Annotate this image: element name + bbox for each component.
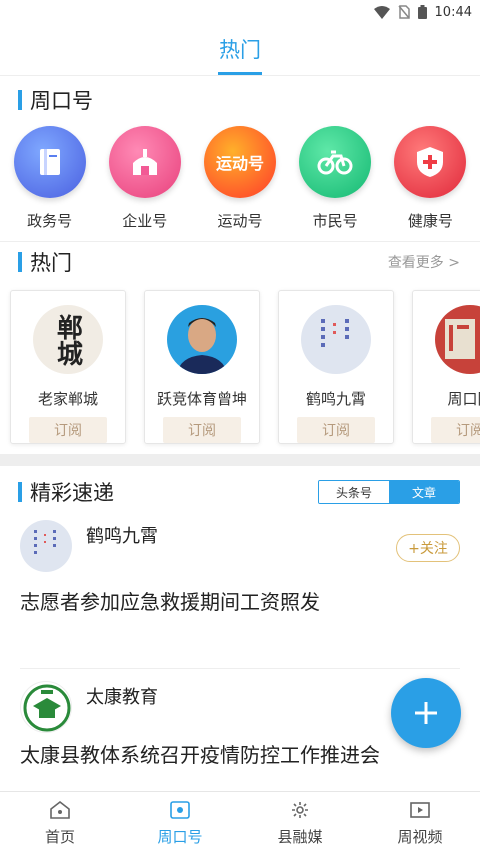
subscribe-button[interactable]: 订阅 bbox=[163, 417, 241, 443]
avatar bbox=[20, 520, 72, 572]
feed-tab-switch: 头条号 文章 bbox=[318, 480, 460, 504]
channel-label: 政务号 bbox=[27, 212, 73, 230]
avatar bbox=[301, 305, 371, 375]
avatar bbox=[167, 305, 237, 375]
wifi-icon bbox=[373, 5, 390, 19]
status-time: 10:44 bbox=[434, 4, 472, 20]
tab-zhoukou[interactable]: 周口号 bbox=[120, 792, 240, 855]
section-marker bbox=[18, 482, 22, 502]
add-button[interactable] bbox=[391, 678, 461, 748]
bottom-tab-bar: 首页 周口号 县融媒 周视频 bbox=[0, 791, 480, 855]
tab-video[interactable]: 周视频 bbox=[360, 792, 480, 855]
avatar-text: 郸城 bbox=[52, 313, 83, 366]
card-name: 周口同 bbox=[447, 390, 480, 409]
bicycle-icon bbox=[299, 126, 372, 198]
post-title[interactable]: 太康县教体系统召开疫情防控工作推进会 bbox=[20, 739, 460, 768]
tab-label: 周口号 bbox=[157, 828, 203, 846]
channel-citizen[interactable]: 市民号 bbox=[293, 126, 377, 231]
hot-card[interactable]: 周口同 订阅 bbox=[412, 290, 480, 444]
avatar: 郸城 bbox=[33, 305, 103, 375]
county-media-icon bbox=[292, 802, 308, 818]
card-name: 老家郸城 bbox=[37, 390, 98, 409]
tab-headline[interactable]: 头条号 bbox=[319, 481, 389, 503]
plus-icon bbox=[415, 702, 437, 724]
section-title: 热门 bbox=[30, 251, 72, 275]
tab-label: 周视频 bbox=[397, 828, 443, 846]
tab-hot[interactable]: 热门 bbox=[0, 24, 480, 76]
channel-label: 健康号 bbox=[407, 212, 453, 230]
channel-government[interactable]: 政务号 bbox=[8, 126, 92, 231]
section-title: 精彩速递 bbox=[30, 481, 114, 505]
active-tab-indicator bbox=[218, 72, 262, 75]
hot-card[interactable]: 郸城 老家郸城 订阅 bbox=[10, 290, 126, 444]
feed-section-header: 精彩速递 头条号 文章 bbox=[0, 472, 480, 512]
post-author[interactable]: 鹤鸣九霄 bbox=[86, 522, 158, 548]
follow-button[interactable]: +关注 bbox=[396, 534, 460, 562]
subscribe-button[interactable]: 订阅 bbox=[431, 417, 480, 443]
card-name: 鹤鸣九霄 bbox=[305, 390, 366, 409]
channels-section-header: 周口号 bbox=[0, 80, 480, 120]
see-more-link[interactable]: 查看更多 > bbox=[388, 252, 460, 272]
channel-list: 政务号 企业号 运动号 运动号 市民号 健康号 bbox=[0, 120, 480, 241]
top-tab-bar: 热门 bbox=[0, 24, 480, 76]
status-bar: 10:44 bbox=[0, 0, 480, 24]
channel-health[interactable]: 健康号 bbox=[388, 126, 472, 231]
sport-badge-icon: 运动号 bbox=[203, 126, 276, 198]
video-icon bbox=[410, 802, 430, 818]
feed-post[interactable]: 鹤鸣九霄 +关注 志愿者参加应急救援期间工资照发 bbox=[0, 520, 480, 668]
channel-label: 企业号 bbox=[122, 212, 168, 230]
subscribe-button[interactable]: 订阅 bbox=[297, 417, 375, 443]
zhoukou-icon bbox=[170, 801, 190, 819]
section-marker bbox=[18, 252, 22, 272]
tab-county-media[interactable]: 县融媒 bbox=[240, 792, 360, 855]
medical-shield-icon bbox=[394, 126, 467, 198]
battery-icon bbox=[417, 5, 427, 19]
card-name: 跃竞体育曾坤 bbox=[156, 390, 247, 409]
post-author[interactable]: 太康教育 bbox=[86, 683, 158, 709]
building-icon bbox=[108, 126, 181, 198]
tab-home[interactable]: 首页 bbox=[0, 792, 120, 855]
no-sim-icon bbox=[397, 5, 410, 19]
hot-card[interactable]: 鹤鸣九霄 订阅 bbox=[278, 290, 394, 444]
divider bbox=[20, 668, 460, 669]
avatar bbox=[20, 681, 72, 733]
avatar bbox=[435, 305, 480, 375]
tab-label: 首页 bbox=[44, 828, 75, 846]
channel-label: 市民号 bbox=[312, 212, 358, 230]
book-icon bbox=[13, 126, 86, 198]
channel-enterprise[interactable]: 企业号 bbox=[103, 126, 187, 231]
section-title: 周口号 bbox=[30, 89, 93, 113]
home-icon bbox=[50, 800, 70, 819]
tab-article[interactable]: 文章 bbox=[389, 481, 459, 503]
section-marker bbox=[18, 90, 22, 110]
hot-card-list: 郸城 老家郸城 订阅 跃竞体育曾坤 订阅 鹤鸣九霄 订阅 周口同 订阅 bbox=[0, 282, 480, 454]
sport-badge-text: 运动号 bbox=[215, 154, 264, 173]
tab-label: 县融媒 bbox=[277, 828, 323, 846]
channel-sport[interactable]: 运动号 运动号 bbox=[198, 126, 282, 231]
section-gap bbox=[0, 454, 480, 466]
post-title[interactable]: 志愿者参加应急救援期间工资照发 bbox=[20, 586, 460, 615]
hot-section-header: 热门 查看更多 > bbox=[0, 242, 480, 282]
channel-label: 运动号 bbox=[217, 212, 263, 230]
hot-card[interactable]: 跃竞体育曾坤 订阅 bbox=[144, 290, 260, 444]
subscribe-button[interactable]: 订阅 bbox=[29, 417, 107, 443]
